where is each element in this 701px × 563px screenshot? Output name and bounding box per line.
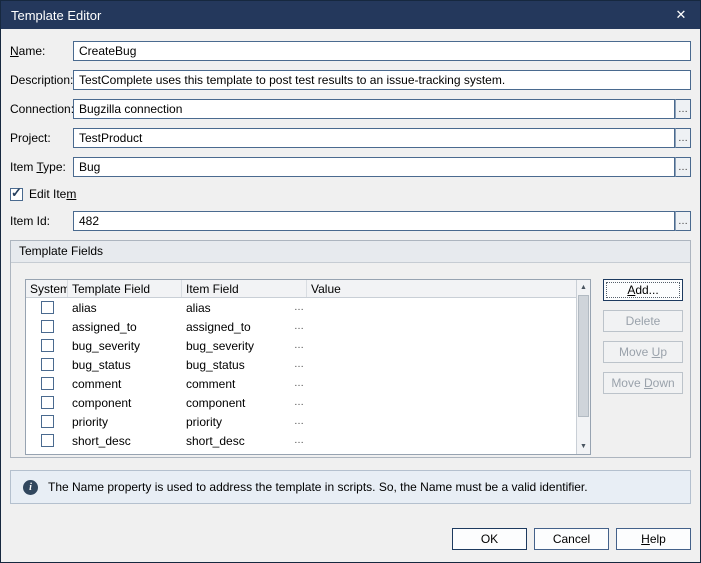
connection-input[interactable]: Bugzilla connection bbox=[73, 99, 675, 119]
table-row[interactable]: component component … bbox=[26, 393, 576, 412]
column-header-value[interactable]: Value bbox=[307, 280, 576, 297]
window-title: Template Editor bbox=[11, 8, 101, 23]
add-button[interactable]: Add... bbox=[603, 279, 683, 301]
scroll-up-icon[interactable]: ▲ bbox=[577, 280, 590, 295]
template-fields-group: Template Fields System Template Field It… bbox=[10, 240, 691, 458]
table-row[interactable]: bug_status bug_status … bbox=[26, 355, 576, 374]
template-field-cell: bug_severity bbox=[68, 339, 182, 353]
table-buttons: Add... Delete Move Up Move Down bbox=[603, 279, 683, 394]
connection-label: Connection: bbox=[10, 102, 73, 116]
item-field-ellipsis-button[interactable]: … bbox=[294, 302, 307, 313]
table-header: System Template Field Item Field Value bbox=[26, 280, 576, 298]
system-checkbox[interactable] bbox=[41, 415, 54, 428]
table-row[interactable]: priority priority … bbox=[26, 412, 576, 431]
item-field-cell: bug_status bbox=[186, 358, 245, 372]
scroll-down-icon[interactable]: ▼ bbox=[577, 439, 590, 454]
description-label: Description: bbox=[10, 73, 73, 87]
help-button[interactable]: Help bbox=[616, 528, 691, 550]
item-field-ellipsis-button[interactable]: … bbox=[294, 435, 307, 446]
template-field-cell: comment bbox=[68, 377, 182, 391]
project-field-row: Project: TestProduct … bbox=[10, 128, 691, 148]
project-label: Project: bbox=[10, 131, 73, 145]
system-checkbox[interactable] bbox=[41, 301, 54, 314]
name-input[interactable]: CreateBug bbox=[73, 41, 691, 61]
template-fields-table: System Template Field Item Field Value a… bbox=[25, 279, 591, 455]
item-field-cell: bug_severity bbox=[186, 339, 254, 353]
item-id-browse-button[interactable]: … bbox=[675, 211, 691, 231]
close-icon[interactable]: ✕ bbox=[668, 4, 694, 26]
description-input[interactable]: TestComplete uses this template to post … bbox=[73, 70, 691, 90]
move-up-button[interactable]: Move Up bbox=[603, 341, 683, 363]
item-type-label: Item Type: bbox=[10, 160, 73, 174]
template-editor-dialog: Template Editor ✕ Name: CreateBug Descri… bbox=[0, 0, 701, 563]
system-checkbox[interactable] bbox=[41, 434, 54, 447]
system-checkbox[interactable] bbox=[41, 358, 54, 371]
project-browse-button[interactable]: … bbox=[675, 128, 691, 148]
scrollbar-thumb[interactable] bbox=[578, 295, 589, 417]
item-field-cell: priority bbox=[186, 415, 222, 429]
delete-button[interactable]: Delete bbox=[603, 310, 683, 332]
item-field-ellipsis-button[interactable]: … bbox=[294, 321, 307, 332]
item-field-ellipsis-button[interactable]: … bbox=[294, 359, 307, 370]
vertical-scrollbar[interactable]: ▲ ▼ bbox=[576, 280, 590, 454]
template-field-cell: assigned_to bbox=[68, 320, 182, 334]
column-header-system[interactable]: System bbox=[26, 280, 68, 297]
move-down-button[interactable]: Move Down bbox=[603, 372, 683, 394]
info-bar: i The Name property is used to address t… bbox=[10, 470, 691, 504]
check-icon: ✓ bbox=[11, 185, 22, 201]
edit-item-label: Edit Item bbox=[29, 187, 76, 201]
titlebar[interactable]: Template Editor ✕ bbox=[1, 1, 700, 29]
description-field-row: Description: TestComplete uses this temp… bbox=[10, 70, 691, 90]
system-checkbox[interactable] bbox=[41, 377, 54, 390]
system-checkbox[interactable] bbox=[41, 396, 54, 409]
footer-buttons: OK Cancel Help bbox=[452, 528, 691, 550]
table-row[interactable]: alias alias … bbox=[26, 298, 576, 317]
item-field-cell: short_desc bbox=[186, 434, 245, 448]
name-field-row: Name: CreateBug bbox=[10, 41, 691, 61]
item-field-ellipsis-button[interactable]: … bbox=[294, 416, 307, 427]
item-type-browse-button[interactable]: … bbox=[675, 157, 691, 177]
item-type-input[interactable]: Bug bbox=[73, 157, 675, 177]
template-field-cell: alias bbox=[68, 301, 182, 315]
template-field-cell: priority bbox=[68, 415, 182, 429]
table-body: alias alias … assigned_to assigned_to … bbox=[26, 298, 576, 453]
dialog-body: Name: CreateBug Description: TestComplet… bbox=[1, 29, 700, 560]
column-header-template-field[interactable]: Template Field bbox=[68, 280, 182, 297]
connection-field-row: Connection: Bugzilla connection … bbox=[10, 99, 691, 119]
item-field-ellipsis-button[interactable]: … bbox=[294, 378, 307, 389]
item-field-ellipsis-button[interactable]: … bbox=[294, 340, 307, 351]
edit-item-row: ✓ Edit Item bbox=[10, 186, 691, 202]
column-header-item-field[interactable]: Item Field bbox=[182, 280, 307, 297]
table-row[interactable]: bug_severity bug_severity … bbox=[26, 336, 576, 355]
template-fields-group-title: Template Fields bbox=[11, 241, 690, 263]
project-input[interactable]: TestProduct bbox=[73, 128, 675, 148]
item-id-label: Item Id: bbox=[10, 214, 73, 228]
item-field-cell: comment bbox=[186, 377, 235, 391]
template-field-cell: component bbox=[68, 396, 182, 410]
item-id-field-row: Item Id: 482 … bbox=[10, 211, 691, 231]
connection-browse-button[interactable]: … bbox=[675, 99, 691, 119]
table-row[interactable]: assigned_to assigned_to … bbox=[26, 317, 576, 336]
info-text: The Name property is used to address the… bbox=[48, 480, 588, 494]
table-row[interactable]: short_desc short_desc … bbox=[26, 431, 576, 450]
item-field-cell: alias bbox=[186, 301, 211, 315]
item-field-cell: assigned_to bbox=[186, 320, 251, 334]
table-row-partial[interactable] bbox=[26, 450, 576, 453]
info-icon: i bbox=[23, 480, 38, 495]
item-type-field-row: Item Type: Bug … bbox=[10, 157, 691, 177]
system-checkbox[interactable] bbox=[41, 339, 54, 352]
template-field-cell: bug_status bbox=[68, 358, 182, 372]
template-fields-group-content: System Template Field Item Field Value a… bbox=[11, 263, 690, 457]
template-field-cell: short_desc bbox=[68, 434, 182, 448]
table-row[interactable]: comment comment … bbox=[26, 374, 576, 393]
edit-item-checkbox[interactable]: ✓ bbox=[10, 188, 23, 201]
ok-button[interactable]: OK bbox=[452, 528, 527, 550]
system-checkbox[interactable] bbox=[41, 320, 54, 333]
cancel-button[interactable]: Cancel bbox=[534, 528, 609, 550]
item-field-ellipsis-button[interactable]: … bbox=[294, 397, 307, 408]
name-label: Name: bbox=[10, 44, 73, 58]
item-field-cell: component bbox=[186, 396, 245, 410]
item-id-input[interactable]: 482 bbox=[73, 211, 675, 231]
